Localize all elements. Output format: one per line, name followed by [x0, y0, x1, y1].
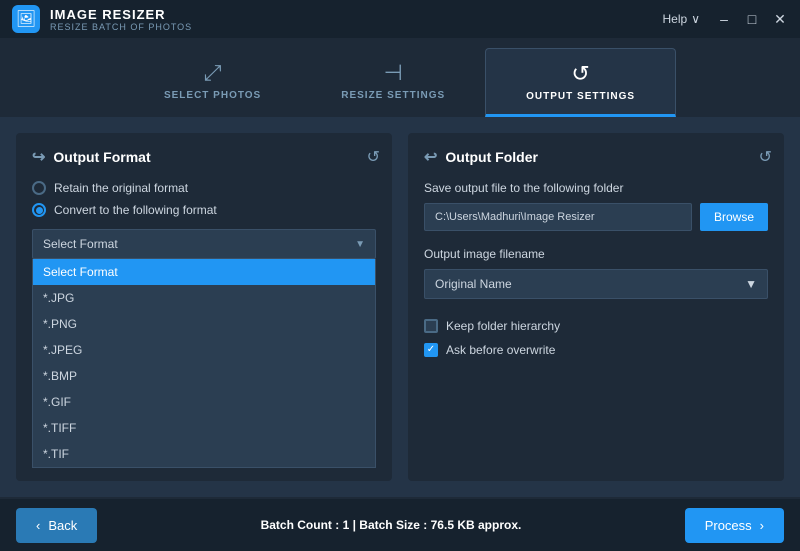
output-format-title: Output Format: [53, 149, 150, 165]
format-option-tif[interactable]: *.TIF: [33, 441, 375, 467]
tab-resize-settings[interactable]: ⊣ RESIZE SETTINGS: [301, 48, 485, 117]
process-label: Process: [705, 518, 752, 533]
resize-settings-label: RESIZE SETTINGS: [341, 90, 445, 101]
footer: ‹ Back Batch Count : 1 | Batch Size : 76…: [0, 499, 800, 551]
minimize-button[interactable]: –: [716, 11, 732, 28]
ask-overwrite-label: Ask before overwrite: [446, 343, 555, 357]
back-button[interactable]: ‹ Back: [16, 508, 97, 543]
folder-path-input[interactable]: [424, 203, 692, 231]
ask-overwrite-checkbox: [424, 343, 438, 357]
titlebar: 🖼 IMAGE RESIZER RESIZE BATCH OF PHOTOS H…: [0, 0, 800, 38]
filename-select-dropdown[interactable]: Original Name ▼: [424, 269, 768, 299]
save-folder-label: Save output file to the following folder: [424, 181, 768, 195]
radio-convert-circle: [32, 203, 46, 217]
format-option-bmp[interactable]: *.BMP: [33, 363, 375, 389]
radio-retain-circle: [32, 181, 46, 195]
folder-input-row: Browse: [424, 203, 768, 231]
select-photos-icon: ⤢: [204, 60, 222, 86]
filename-label: Output image filename: [424, 247, 768, 261]
radio-retain-label: Retain the original format: [54, 181, 188, 195]
radio-retain[interactable]: Retain the original format: [32, 181, 376, 195]
wizard-tabs: ⤢ SELECT PHOTOS ⊣ RESIZE SETTINGS ↺ OUTP…: [0, 38, 800, 117]
folder-reset-button[interactable]: ↺: [759, 147, 772, 167]
output-folder-panel: ↩ Output Folder ↺ Save output file to th…: [408, 133, 784, 481]
back-label: Back: [48, 518, 77, 533]
format-reset-button[interactable]: ↺: [367, 147, 380, 167]
app-subtitle: RESIZE BATCH OF PHOTOS: [50, 22, 192, 32]
format-option-jpg[interactable]: *.JPG: [33, 285, 375, 311]
help-label: Help: [663, 12, 688, 26]
select-photos-label: SELECT PHOTOS: [164, 90, 261, 101]
output-format-header: ↪ Output Format: [32, 147, 376, 167]
window-controls: – □ ✕: [716, 11, 788, 28]
app-icon: 🖼: [12, 5, 40, 33]
batch-info-text: Batch Count : 1 | Batch Size : 76.5 KB a…: [261, 518, 522, 532]
app-title: IMAGE RESIZER: [50, 7, 192, 22]
format-dropdown-list: Select Format *.JPG *.PNG *.JPEG *.BMP *…: [32, 259, 376, 468]
output-folder-header: ↩ Output Folder: [424, 147, 768, 167]
checkbox-ask-overwrite[interactable]: Ask before overwrite: [424, 343, 768, 357]
format-dropdown: Select Format ▼ Select Format *.JPG *.PN…: [32, 229, 376, 259]
output-format-icon: ↪: [32, 147, 45, 167]
app-title-block: IMAGE RESIZER RESIZE BATCH OF PHOTOS: [50, 7, 192, 32]
tab-output-settings[interactable]: ↺ OUTPUT SETTINGS: [485, 48, 676, 117]
checkbox-group: Keep folder hierarchy Ask before overwri…: [424, 319, 768, 357]
output-folder-title: Output Folder: [445, 149, 538, 165]
format-option-gif[interactable]: *.GIF: [33, 389, 375, 415]
help-chevron-icon: ∨: [691, 12, 700, 26]
radio-convert-label: Convert to the following format: [54, 203, 217, 217]
format-radio-group: Retain the original format Convert to th…: [32, 181, 376, 217]
format-dropdown-trigger[interactable]: Select Format ▼: [32, 229, 376, 259]
back-icon: ‹: [36, 518, 40, 533]
process-button[interactable]: Process ›: [685, 508, 784, 543]
titlebar-left: 🖼 IMAGE RESIZER RESIZE BATCH OF PHOTOS: [12, 5, 192, 33]
close-button[interactable]: ✕: [772, 11, 788, 28]
output-settings-icon: ↺: [571, 61, 589, 87]
format-dropdown-arrow-icon: ▼: [355, 239, 365, 250]
resize-settings-icon: ⊣: [384, 60, 403, 86]
format-dropdown-value: Select Format: [43, 237, 118, 251]
maximize-button[interactable]: □: [744, 11, 760, 28]
format-option-tiff[interactable]: *.TIFF: [33, 415, 375, 441]
keep-hierarchy-label: Keep folder hierarchy: [446, 319, 560, 333]
format-option-jpeg[interactable]: *.JPEG: [33, 337, 375, 363]
output-format-panel: ↪ Output Format ↺ Retain the original fo…: [16, 133, 392, 481]
help-button[interactable]: Help ∨: [663, 12, 700, 26]
format-option-select[interactable]: Select Format: [33, 259, 375, 285]
browse-button[interactable]: Browse: [700, 203, 768, 231]
checkbox-keep-hierarchy[interactable]: Keep folder hierarchy: [424, 319, 768, 333]
keep-hierarchy-checkbox: [424, 319, 438, 333]
output-settings-label: OUTPUT SETTINGS: [526, 91, 635, 102]
radio-convert[interactable]: Convert to the following format: [32, 203, 376, 217]
process-icon: ›: [760, 518, 764, 533]
filename-select-value: Original Name: [435, 277, 512, 291]
tab-select-photos[interactable]: ⤢ SELECT PHOTOS: [124, 48, 301, 117]
titlebar-right: Help ∨ – □ ✕: [663, 11, 788, 28]
main-content: ↪ Output Format ↺ Retain the original fo…: [0, 117, 800, 497]
filename-select-arrow-icon: ▼: [745, 277, 757, 291]
format-option-png[interactable]: *.PNG: [33, 311, 375, 337]
output-folder-icon: ↩: [424, 147, 437, 167]
batch-info: Batch Count : 1 | Batch Size : 76.5 KB a…: [261, 518, 522, 532]
